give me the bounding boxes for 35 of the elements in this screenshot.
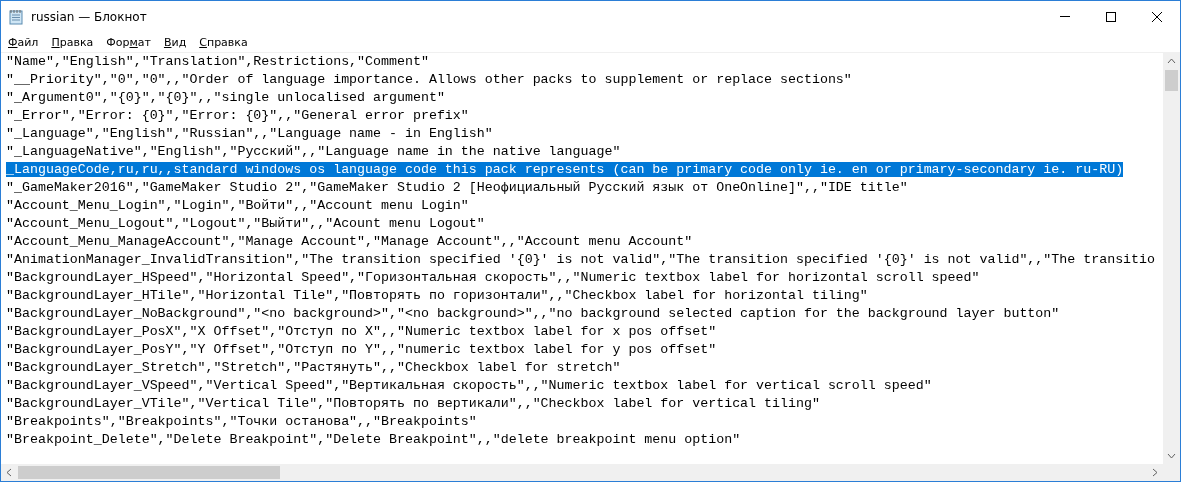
text-line: "Account_Menu_Login","Login","Войти",,"Account menu Login"	[6, 198, 469, 213]
text-line: "_GameMaker2016","GameMaker Studio 2","GameMaker Studio 2 [Неофициальный Русский язык от OneOnline]",,"IDE title"	[6, 180, 908, 195]
text-line: "BackgroundLayer_VSpeed","Vertical Speed","Вертикальная скорость",,"Numeric textbox label for vertical scroll speed"	[6, 378, 932, 393]
text-line: "Account_Menu_Logout","Logout","Выйти",,"Acount menu Logout"	[6, 216, 485, 231]
minimize-icon	[1060, 16, 1070, 17]
text-line: "BackgroundLayer_HTile","Horizontal Tile","Повторять по горизонтали",,"Checkbox label for horizontal tiling"	[6, 288, 868, 303]
menu-item[interactable]: Вид	[156, 32, 193, 52]
window-title: russian — Блокнот	[31, 9, 147, 24]
text-line: "Account_Menu_ManageAccount","Manage Account","Manage Account",,"Account menu Account"	[6, 234, 693, 249]
text-line: "_Argument0","{0}","{0}",,"single unlocalised argument"	[6, 90, 445, 105]
text-line: "BackgroundLayer_PosX","X Offset","Отступ по X",,"Numeric textbox label for x pos offset"	[6, 324, 717, 339]
maximize-icon	[1106, 11, 1116, 22]
text-line: "BackgroundLayer_NoBackground","<no background>","<no background>",,"no background selected caption for the background layer button"	[6, 306, 1060, 321]
text-line: "BackgroundLayer_PosY","Y Offset","Отступ по Y",,"numeric textbox label for y pos offset"	[6, 342, 717, 357]
text-line: "BackgroundLayer_HSpeed","Horizontal Speed","Горизонтальная скорость",,"Numeric textbox label for horizontal scroll speed"	[6, 270, 980, 285]
text-line: "BackgroundLayer_Stretch","Stretch","Растянуть",,"Checkbox label for stretch"	[6, 360, 621, 375]
text-line: "BackgroundLayer_VTile","Vertical Tile","Повторять по вертикали",,"Checkbox label for vertical tiling"	[6, 396, 820, 411]
text-line: "Breakpoints","Breakpoints","Точки останова",,"Breakpoints"	[6, 414, 477, 429]
close-icon	[1152, 11, 1162, 22]
text-line: "Name","English","Translation",Restrictions,"Comment"	[6, 54, 429, 69]
horizontal-scrollbar[interactable]	[1, 464, 1163, 481]
text-line: "AnimationManager_InvalidTransition","The transition specified '{0}' is not valid","The transition specified '{0}' is not valid",,"The transitio	[6, 252, 1156, 267]
text-line: "_Error","Error: {0}","Error: {0}",,"General error prefix"	[6, 108, 469, 123]
vertical-scrollbar[interactable]	[1163, 53, 1180, 464]
menu-item[interactable]: Файл	[1, 32, 45, 52]
text-line: "_LanguageNative","English","Русский",,"Language name in the native language"	[6, 144, 621, 159]
menu-item[interactable]: Формат	[99, 32, 157, 52]
text-line: "__Priority","0","0",,"Order of language importance. Allows other packs to supplement or replace sections"	[6, 72, 852, 87]
text-line: "Breakpoint_Delete","Delete Breakpoint","Delete Breakpoint",,"delete breakpoint menu option"	[6, 432, 741, 447]
notepad-icon	[8, 8, 24, 25]
text-line: "_Language","English","Russian",,"Language name - in English"	[6, 126, 493, 141]
scrollbar-thumb[interactable]	[1165, 70, 1178, 91]
menu-item[interactable]: Справка	[192, 32, 254, 52]
scrollbar-thumb[interactable]	[18, 466, 280, 479]
menu-item[interactable]: Правка	[44, 32, 100, 52]
